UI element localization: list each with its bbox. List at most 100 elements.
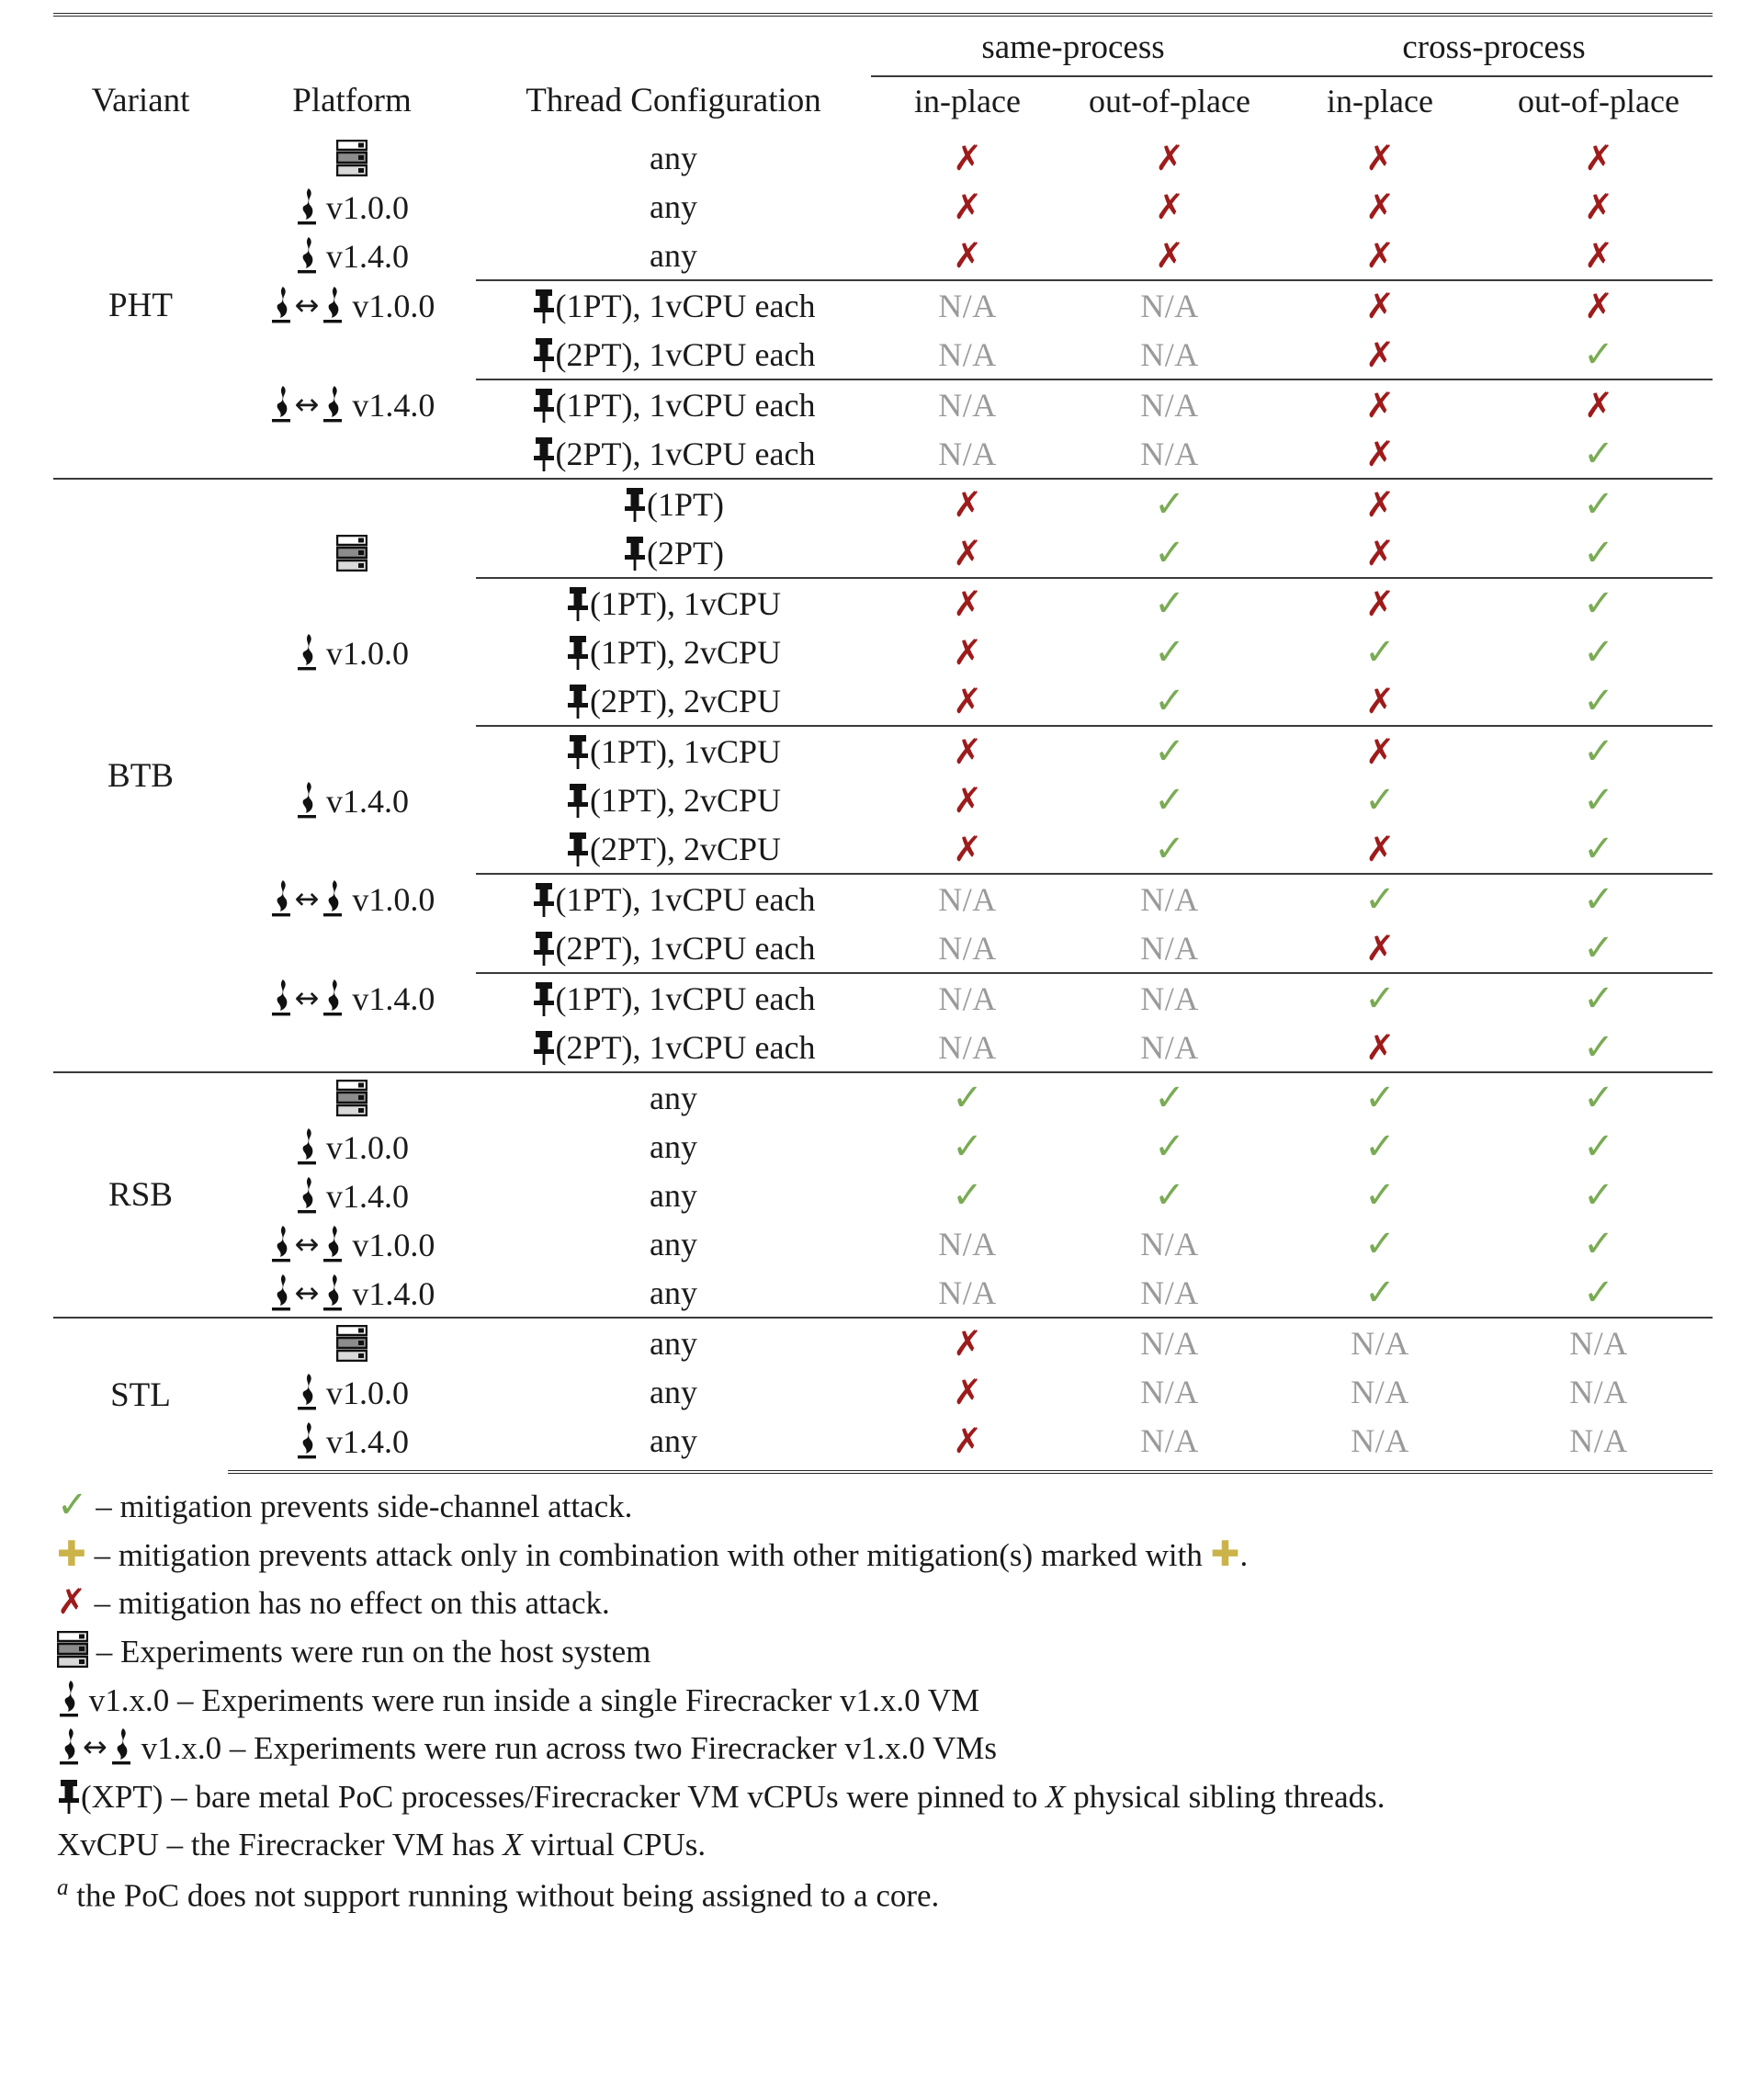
column-header-variant: Variant (53, 12, 228, 134)
result-cell-cross-process-out-of-place: N/A (1485, 1367, 1713, 1416)
thread-configuration-label: (1PT), 1vCPU each (555, 386, 816, 424)
thread-configuration-cell: (2PT), 2vCPU (476, 824, 871, 874)
not-applicable-label: N/A (1140, 1373, 1199, 1410)
firecracker-vm-icon (269, 385, 293, 424)
server-icon (57, 1631, 88, 1668)
result-cell-cross-process-in-place: ✗ (1275, 429, 1485, 479)
thread-configuration-cell: any (476, 1268, 871, 1318)
firecracker-vm-icon (269, 879, 293, 918)
result-cell-same-process-in-place: ✗ (871, 628, 1064, 676)
table-row: ↔ v1.0.0 (1PT), 1vCPU each N/A N/A ✗ ✗ (53, 279, 1713, 331)
legend-text: – the Firecracker VM has X virtual CPUs. (166, 1827, 707, 1863)
thread-configuration-label: any (650, 1421, 697, 1459)
result-cell-cross-process-out-of-place: ✓ (1485, 1122, 1713, 1171)
result-cell-same-process-in-place: N/A (871, 429, 1064, 479)
column-header-same-process-out-of-place: out-of-place (1089, 83, 1250, 119)
pin-icon (532, 930, 556, 967)
platform-version-label: v1.0.0 (326, 1374, 409, 1411)
cross-icon: ✗ (953, 1371, 982, 1412)
bidirectional-arrow-icon: ↔ (294, 387, 320, 423)
not-applicable-label: N/A (1140, 1028, 1199, 1066)
platform-cell (228, 923, 476, 973)
firecracker-vm-icon (269, 1225, 293, 1263)
pin-icon (532, 1029, 556, 1066)
legend-prefix: (XPT) (81, 1778, 164, 1815)
not-applicable-label: N/A (938, 979, 997, 1017)
check-icon: ✓ (57, 1484, 88, 1527)
table-body: PHT any ✗ ✗ ✗ ✗ v1.0.0 any ✗ ✗ ✗ ✗ v1.4.0 any ✗ ✗ ✗ ✗ ↔ v1.… (53, 133, 1713, 1475)
not-applicable-label: N/A (938, 1225, 997, 1262)
platform-cell: v1.0.0 (228, 628, 476, 676)
thread-configuration-cell: (2PT) (476, 528, 871, 578)
table-row: ↔ v1.4.0 (1PT), 1vCPU each N/A N/A ✗ ✗ (53, 379, 1713, 430)
platform-version-label: v1.4.0 (352, 387, 435, 425)
result-cell-cross-process-in-place: ✓ (1275, 1171, 1485, 1219)
thread-configuration-cell: any (476, 1367, 871, 1416)
thread-configuration-cell: (2PT), 1vCPU each (476, 1023, 871, 1072)
result-cell-cross-process-out-of-place: ✓ (1485, 824, 1713, 874)
cross-icon: ✗ (953, 828, 982, 869)
table-row: (2PT), 2vCPU ✗ ✓ ✗ ✓ (53, 676, 1713, 726)
cross-icon: ✗ (953, 730, 982, 772)
table-row: STL any ✗ N/A N/A N/A (53, 1317, 1713, 1473)
thread-configuration-cell: any (476, 1416, 871, 1475)
cross-icon: ✗ (953, 483, 982, 525)
platform-cell (228, 429, 476, 479)
platform-cell (228, 1023, 476, 1072)
legend-text: the PoC does not support running without… (76, 1877, 940, 1914)
thread-configuration-label: any (650, 1274, 697, 1311)
legend-text: – mitigation prevents side-channel attac… (96, 1489, 633, 1525)
result-cell-same-process-out-of-place: N/A (1064, 1268, 1275, 1318)
firecracker-vm-icon (295, 1421, 319, 1460)
result-cell-cross-process-out-of-place: ✗ (1485, 133, 1713, 182)
legend-line: a the PoC does not support running witho… (53, 1870, 1713, 1920)
column-group-header-cross-process: cross-process (1275, 13, 1713, 77)
result-cell-cross-process-in-place: N/A (1275, 1317, 1485, 1368)
pin-icon (623, 486, 647, 523)
thread-configuration-cell: (1PT), 2vCPU (476, 628, 871, 676)
check-icon: ✓ (1364, 778, 1396, 821)
result-cell-same-process-in-place: ✗ (871, 725, 1064, 776)
check-icon: ✓ (1583, 432, 1614, 475)
check-icon: ✓ (1364, 1271, 1396, 1314)
platform-cell (228, 676, 476, 726)
thread-configuration-label: (1PT), 1vCPU each (555, 880, 816, 918)
result-cell-cross-process-out-of-place: ✓ (1485, 1023, 1713, 1072)
cross-icon: ✗ (953, 631, 982, 673)
check-icon: ✓ (1364, 977, 1396, 1020)
table-row: v1.0.0 (1PT), 2vCPU ✗ ✓ ✓ ✓ (53, 628, 1713, 676)
thread-configuration-label: (2PT), 2vCPU (589, 682, 782, 719)
not-applicable-label: N/A (1140, 1324, 1199, 1362)
firecracker-vm-icon (321, 385, 345, 424)
platform-cell (228, 528, 476, 578)
firecracker-vm-icon (295, 781, 319, 820)
not-applicable-label: N/A (938, 929, 997, 967)
result-cell-same-process-in-place: ✗ (871, 528, 1064, 578)
platform-cell: v1.4.0 (228, 775, 476, 824)
not-applicable-label: N/A (1569, 1324, 1628, 1362)
result-cell-cross-process-out-of-place: ✓ (1485, 725, 1713, 776)
check-icon: ✓ (1154, 1125, 1185, 1168)
result-cell-same-process-in-place: ✗ (871, 775, 1064, 824)
firecracker-vm-icon (109, 1727, 133, 1766)
check-icon: ✓ (1154, 531, 1185, 574)
check-icon: ✓ (1583, 778, 1614, 821)
result-cell-cross-process-out-of-place: ✗ (1485, 279, 1713, 331)
cross-icon: ✗ (1584, 285, 1613, 326)
platform-version-label: v1.0.0 (352, 1226, 435, 1263)
plus-icon: ✚ (57, 1533, 86, 1574)
pin-icon (532, 336, 556, 373)
result-cell-same-process-out-of-place: ✓ (1064, 528, 1275, 578)
table-row: (2PT), 1vCPU each N/A N/A ✗ ✓ (53, 330, 1713, 379)
result-cell-cross-process-in-place: N/A (1275, 1416, 1485, 1475)
result-cell-same-process-out-of-place: N/A (1064, 1023, 1275, 1072)
mitigation-results-table: Variant Platform Thread Configuration sa… (53, 12, 1713, 1475)
table-row: (2PT), 2vCPU ✗ ✓ ✗ ✓ (53, 824, 1713, 874)
thread-configuration-label: (1PT), 1vCPU each (555, 979, 816, 1017)
result-cell-cross-process-in-place: ✗ (1275, 330, 1485, 379)
thread-configuration-label: (2PT) (647, 534, 724, 572)
result-cell-cross-process-in-place: ✗ (1275, 231, 1485, 280)
result-cell-cross-process-out-of-place: ✓ (1485, 1171, 1713, 1219)
check-icon: ✓ (1583, 1025, 1614, 1069)
table-row: (2PT), 1vCPU each N/A N/A ✗ ✓ (53, 1023, 1713, 1072)
